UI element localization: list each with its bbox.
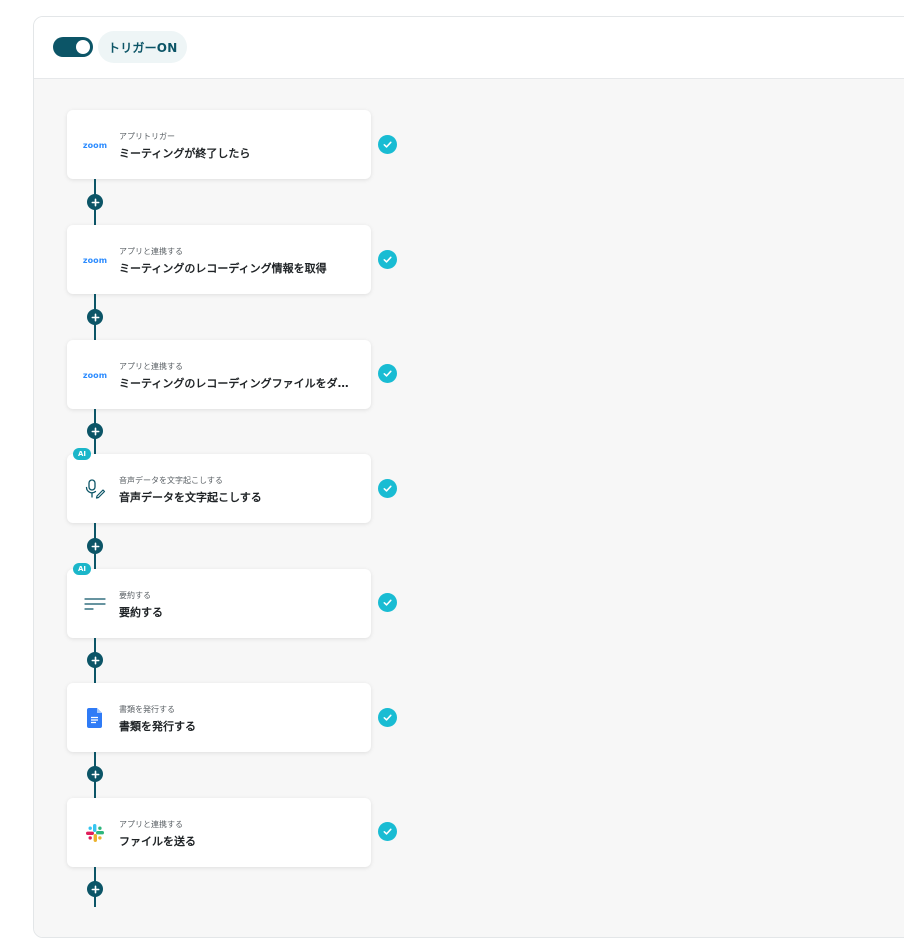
flow-panel: トリガーON zoom アプリトリガー ミーティングが終了したら zoom アプ… [33, 16, 904, 938]
flow-step-3[interactable]: zoom アプリと連携する ミーティングのレコーディングファイルをダ… [67, 340, 371, 409]
zoom-icon: zoom [82, 140, 108, 150]
step-title: ミーティングのレコーディングファイルをダ… [119, 377, 349, 390]
step-title: 要約する [119, 606, 163, 619]
add-step-button[interactable] [87, 538, 103, 554]
check-icon [378, 822, 397, 841]
step-subtitle: アプリと連携する [119, 247, 183, 256]
add-step-button[interactable] [87, 423, 103, 439]
step-title: ファイルを送る [119, 835, 196, 848]
step-title: ミーティングが終了したら [119, 147, 251, 160]
zoom-icon: zoom [82, 255, 108, 265]
check-icon [378, 364, 397, 383]
ai-badge: AI [73, 448, 92, 460]
flow-step-4[interactable]: AI 音声データを文字起こしする 音声データを文字起こしする [67, 448, 371, 523]
flow-step-5[interactable]: AI 要約する 要約する [67, 563, 371, 638]
step-subtitle: アプリトリガー [119, 132, 175, 141]
check-icon [378, 708, 397, 727]
slack-icon [83, 822, 107, 844]
add-step-button[interactable] [87, 766, 103, 782]
flow-step-7[interactable]: アプリと連携する ファイルを送る [67, 798, 371, 867]
flow-step-2[interactable]: zoom アプリと連携する ミーティングのレコーディング情報を取得 [67, 225, 371, 294]
add-step-button[interactable] [87, 881, 103, 897]
check-icon [378, 593, 397, 612]
add-step-button[interactable] [87, 652, 103, 668]
step-title: 音声データを文字起こしする [119, 491, 262, 504]
google-docs-icon [83, 707, 107, 729]
flow-step-1[interactable]: zoom アプリトリガー ミーティングが終了したら [67, 110, 371, 179]
flow-canvas: zoom アプリトリガー ミーティングが終了したら zoom アプリと連携する … [34, 79, 904, 937]
flow-step-6[interactable]: 書類を発行する 書類を発行する [67, 683, 371, 752]
add-step-button[interactable] [87, 194, 103, 210]
step-subtitle: 要約する [119, 591, 151, 600]
zoom-icon: zoom [82, 370, 108, 380]
ai-badge: AI [73, 563, 92, 575]
flow-header: トリガーON [34, 17, 904, 79]
summary-lines-icon [83, 593, 107, 615]
check-icon [378, 479, 397, 498]
step-title: ミーティングのレコーディング情報を取得 [119, 262, 327, 275]
step-title: 書類を発行する [119, 720, 196, 733]
trigger-toggle[interactable] [53, 37, 93, 57]
check-icon [378, 250, 397, 269]
step-subtitle: 書類を発行する [119, 705, 175, 714]
step-subtitle: 音声データを文字起こしする [119, 476, 223, 485]
toggle-knob [76, 40, 90, 54]
add-step-button[interactable] [87, 309, 103, 325]
check-icon [378, 135, 397, 154]
step-subtitle: アプリと連携する [119, 820, 183, 829]
microphone-pen-icon [83, 478, 107, 500]
trigger-status-badge: トリガーON [98, 31, 188, 63]
step-subtitle: アプリと連携する [119, 362, 183, 371]
